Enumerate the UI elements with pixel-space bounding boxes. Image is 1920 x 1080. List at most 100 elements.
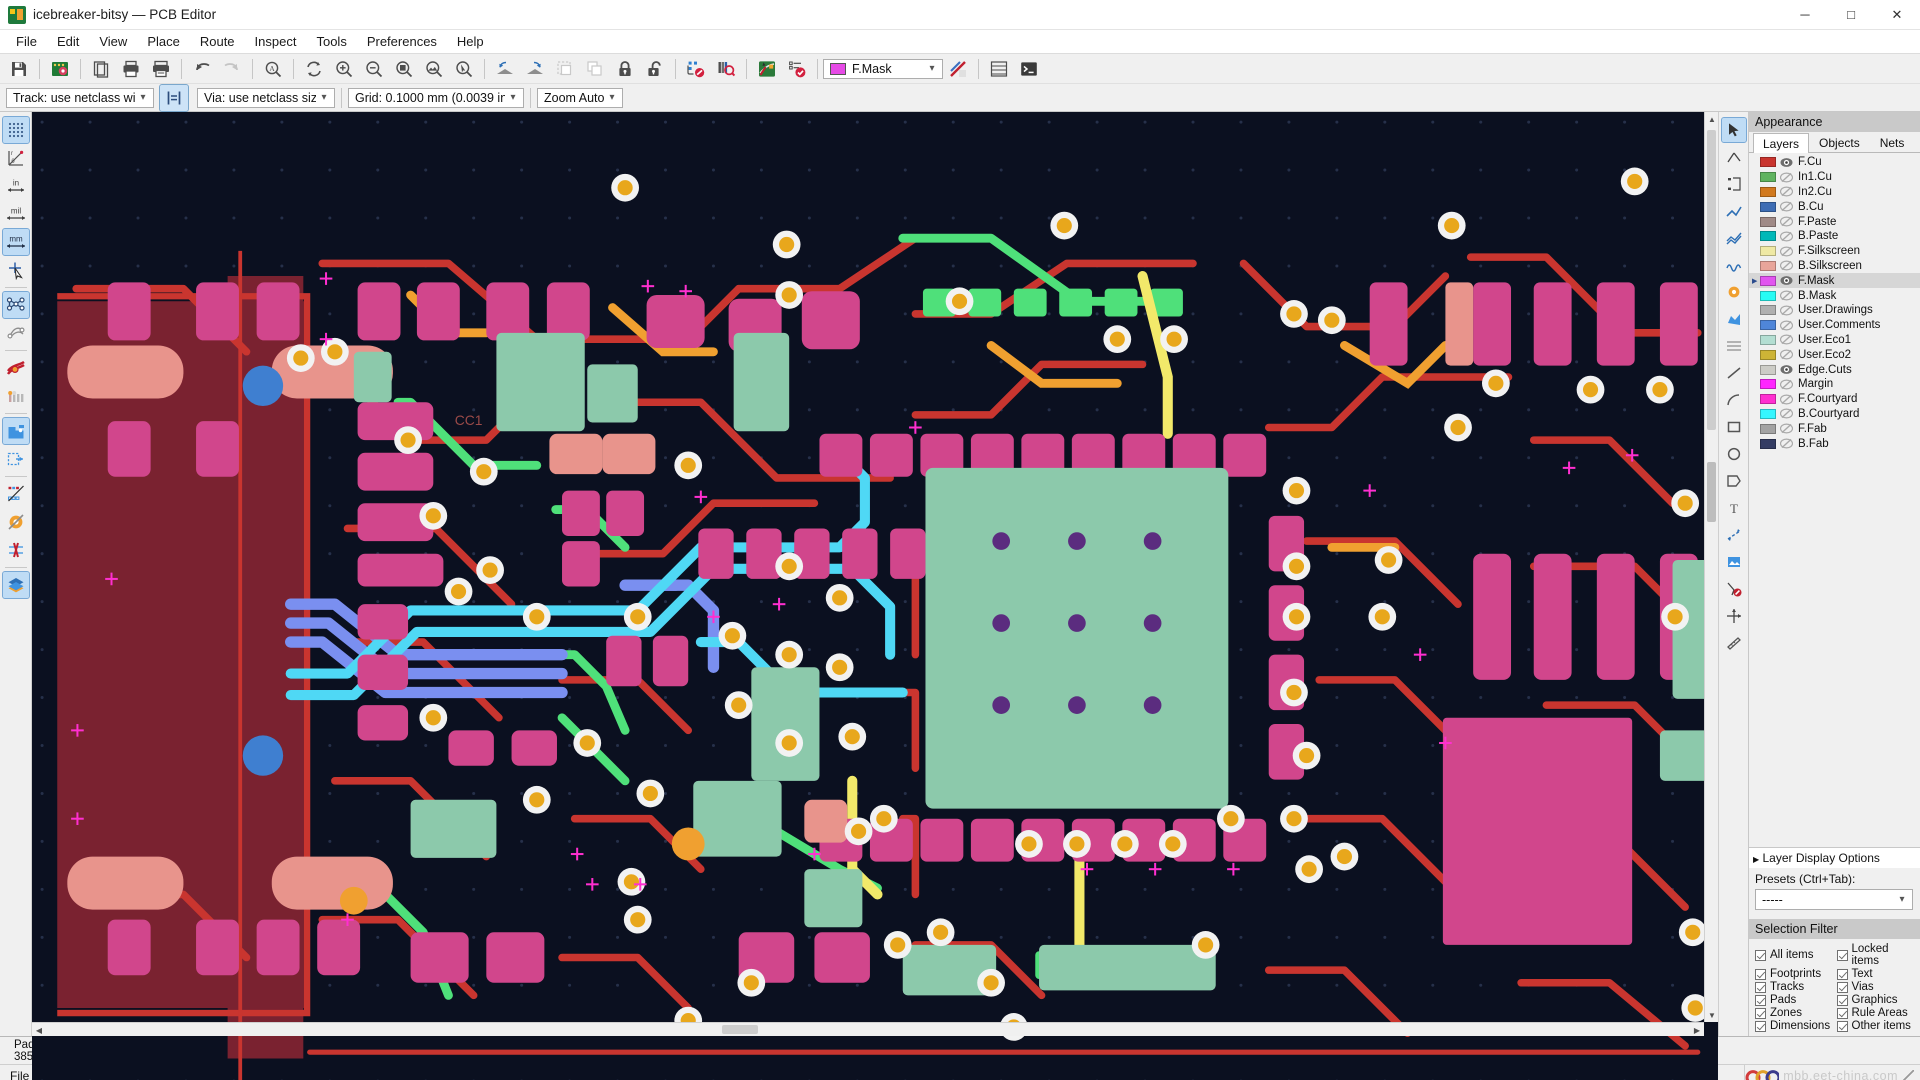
layer-row-b-mask[interactable]: B.Mask [1749, 288, 1920, 303]
track-width-selector[interactable]: Track: use netclass width ▾ [6, 87, 154, 108]
eye-visible-icon[interactable] [1780, 275, 1793, 286]
layer-row-b-courtyard[interactable]: B.Courtyard [1749, 407, 1920, 422]
zone-outline-mode-icon[interactable] [3, 446, 29, 472]
selection-filter-other-items[interactable]: Other items [1836, 1020, 1917, 1032]
refresh-icon[interactable] [300, 56, 328, 82]
auto-track-width-icon[interactable] [159, 83, 189, 112]
presets-selector[interactable]: ----- ▾ [1755, 889, 1913, 910]
eye-hidden-icon[interactable] [1780, 201, 1793, 212]
canvas-vertical-scrollbar[interactable]: ▲ ▼ [1704, 112, 1718, 1022]
pad-fill-mode-icon[interactable] [1, 417, 30, 445]
selection-filter-locked-items[interactable]: Locked items [1836, 943, 1917, 967]
units-mils-icon[interactable]: mil [3, 201, 29, 227]
selection-filter-dimensions[interactable]: Dimensions [1755, 1020, 1835, 1032]
zoom-in-icon[interactable] [330, 56, 358, 82]
checkbox-icon[interactable] [1836, 1007, 1848, 1019]
scroll-up-icon[interactable]: ▲ [1705, 112, 1719, 126]
board-setup-icon[interactable] [46, 56, 74, 82]
layer-row-f-fab[interactable]: F.Fab [1749, 421, 1920, 436]
text-sketch-mode-icon[interactable] [3, 537, 29, 563]
menu-preferences[interactable]: Preferences [357, 31, 447, 52]
layer-color-swatch[interactable] [1760, 172, 1776, 183]
layer-color-swatch[interactable] [1760, 394, 1776, 405]
eye-hidden-icon[interactable] [1780, 423, 1793, 434]
3d-viewer-icon[interactable] [753, 56, 781, 82]
layer-color-swatch[interactable] [1760, 157, 1776, 168]
via-size-selector[interactable]: Via: use netclass sizes ▾ [197, 87, 335, 108]
menu-file[interactable]: File [6, 31, 47, 52]
toggle-grid-icon[interactable] [1, 116, 30, 144]
layer-color-swatch[interactable] [1760, 408, 1776, 419]
layer-color-swatch[interactable] [1760, 201, 1776, 212]
net-inspector-icon[interactable] [985, 56, 1013, 82]
scripting-console-icon[interactable] [1015, 56, 1043, 82]
selection-filter-footprints[interactable]: Footprints [1755, 968, 1835, 980]
selection-filter-vias[interactable]: Vias [1836, 981, 1917, 993]
eye-hidden-icon[interactable] [1780, 408, 1793, 419]
menu-place[interactable]: Place [137, 31, 190, 52]
layer-color-swatch[interactable] [1760, 246, 1776, 257]
curved-ratsnest-icon[interactable] [3, 320, 29, 346]
page-settings-icon[interactable] [87, 56, 115, 82]
set-origin-icon[interactable] [1722, 604, 1746, 628]
layer-color-swatch[interactable] [1760, 334, 1776, 345]
menu-route[interactable]: Route [190, 31, 245, 52]
draw-polygon-icon[interactable] [1722, 469, 1746, 493]
layer-color-swatch[interactable] [1760, 290, 1776, 301]
local-ratsnest-tool-icon[interactable] [1722, 145, 1746, 169]
route-differential-pair-icon[interactable] [1722, 226, 1746, 250]
eye-hidden-icon[interactable] [1780, 246, 1793, 257]
layer-row-in2-cu[interactable]: In2.Cu [1749, 185, 1920, 200]
tab-objects[interactable]: Objects [1809, 132, 1870, 152]
menu-inspect[interactable]: Inspect [245, 31, 307, 52]
delete-tool-icon[interactable] [1722, 577, 1746, 601]
layer-color-swatch[interactable] [1760, 231, 1776, 242]
layer-color-swatch[interactable] [1760, 260, 1776, 271]
checkbox-icon[interactable] [1755, 949, 1766, 961]
menu-view[interactable]: View [89, 31, 137, 52]
eye-hidden-icon[interactable] [1780, 231, 1793, 242]
tune-length-icon[interactable] [1722, 253, 1746, 277]
canvas-horizontal-scrollbar[interactable]: ◀ ▶ [32, 1022, 1704, 1036]
layer-row-edge-cuts[interactable]: Edge.Cuts [1749, 362, 1920, 377]
selection-filter-pads[interactable]: Pads [1755, 994, 1835, 1006]
checkbox-icon[interactable] [1755, 1007, 1766, 1019]
layer-row-user-eco1[interactable]: User.Eco1 [1749, 333, 1920, 348]
toggle-contrast-mode-icon[interactable] [1, 571, 30, 599]
layer-row-b-silkscreen[interactable]: B.Silkscreen [1749, 259, 1920, 274]
rotate-cw-icon[interactable] [521, 56, 549, 82]
rotate-ccw-icon[interactable] [491, 56, 519, 82]
menu-edit[interactable]: Edit [47, 31, 89, 52]
unlock-icon[interactable] [641, 56, 669, 82]
select-tool-icon[interactable] [1720, 116, 1747, 143]
layer-color-swatch[interactable] [1760, 305, 1776, 316]
tab-layers[interactable]: Layers [1753, 133, 1810, 153]
selection-filter-all-items[interactable]: All items [1755, 943, 1835, 967]
eye-visible-icon[interactable] [1780, 364, 1793, 375]
checkbox-icon[interactable] [1755, 981, 1766, 993]
draw-circle-icon[interactable] [1722, 442, 1746, 466]
add-image-icon[interactable] [1722, 550, 1746, 574]
maximize-button[interactable]: □ [1828, 0, 1874, 30]
tab-nets[interactable]: Nets [1870, 132, 1915, 152]
via-fill-mode-icon[interactable] [3, 383, 29, 409]
layer-row-b-paste[interactable]: B.Paste [1749, 229, 1920, 244]
zoom-fit-icon[interactable] [390, 56, 418, 82]
horizontal-scroll-thumb[interactable] [722, 1025, 758, 1034]
layer-color-swatch[interactable] [1760, 320, 1776, 331]
layer-color-swatch[interactable] [1760, 349, 1776, 360]
layer-color-swatch[interactable] [1760, 186, 1776, 197]
checkbox-icon[interactable] [1836, 1020, 1848, 1032]
track-fill-mode-icon[interactable] [3, 355, 29, 381]
draw-rectangle-icon[interactable] [1722, 415, 1746, 439]
zoom-out-icon[interactable] [360, 56, 388, 82]
footprint-library-browser-icon[interactable] [712, 56, 740, 82]
selection-filter-rule-areas[interactable]: Rule Areas [1836, 1007, 1917, 1019]
active-layer-selector[interactable]: F.Mask ▾ [823, 58, 943, 79]
close-button[interactable]: ✕ [1874, 0, 1920, 30]
units-millimeters-icon[interactable]: mm [1, 228, 30, 256]
pcb-canvas[interactable]: CC1 ▲ ▼ ◀ ▶ [32, 112, 1718, 1080]
eye-hidden-icon[interactable] [1780, 379, 1793, 390]
selection-filter-tracks[interactable]: Tracks [1755, 981, 1835, 993]
layer-row-in1-cu[interactable]: In1.Cu [1749, 170, 1920, 185]
